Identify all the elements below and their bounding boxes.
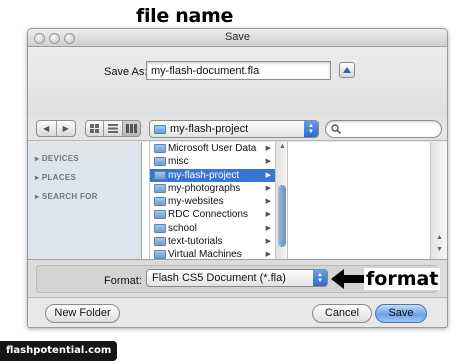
sidebar: ▸ DEVICES ▸ PLACES ▸ SEARCH FOR: [28, 142, 142, 259]
preview-column: [289, 142, 431, 259]
chevron-right-icon: ▶: [265, 171, 271, 179]
file-name-annotation: file name: [136, 5, 234, 27]
save-button[interactable]: Save: [375, 304, 427, 323]
view-mode-control: [85, 120, 141, 137]
folder-icon: [154, 250, 166, 259]
folder-icon: [154, 157, 166, 167]
format-annotation: format: [364, 268, 441, 290]
file-list-item[interactable]: RDC Connections ▶: [150, 208, 275, 221]
file-list-item[interactable]: my-photographs ▶: [150, 182, 275, 195]
chevron-right-icon: ▶: [265, 184, 271, 192]
chevron-right-icon: ▶: [265, 211, 271, 219]
folder-icon: [154, 183, 166, 193]
chevron-right-icon: ▶: [265, 198, 271, 206]
format-value: Flash CS5 Document (*.fla): [152, 272, 286, 284]
format-label: Format:: [104, 275, 142, 287]
file-name: school: [168, 222, 197, 234]
file-list-item[interactable]: Virtual Machines ▶: [150, 248, 275, 259]
browser-toolbar: ◀ ▶ my-flash-project ▲ ▼: [28, 117, 447, 141]
arrow-left-icon: [331, 269, 365, 289]
sidebar-section-places[interactable]: ▸ PLACES: [35, 173, 76, 182]
file-name: misc: [168, 156, 189, 168]
file-column: Microsoft User Data ▶ misc ▶ my-flash-projec…: [150, 142, 276, 259]
file-browser: ▸ DEVICES ▸ PLACES ▸ SEARCH FOR Microsof…: [28, 142, 447, 259]
scroll-thumb[interactable]: [278, 185, 286, 247]
title-bar: Save: [28, 29, 447, 47]
cancel-button[interactable]: Cancel: [312, 304, 372, 323]
file-name-input[interactable]: my-flash-document.fla: [146, 61, 331, 80]
scroll-up-icon: ▲: [436, 234, 443, 241]
grid-icon: [90, 124, 100, 133]
file-list-item[interactable]: school ▶: [150, 222, 275, 235]
popup-arrows-icon: ▲ ▼: [313, 270, 327, 286]
parent-column: [142, 142, 150, 259]
folder-icon: [154, 170, 166, 180]
folder-icon: [154, 144, 166, 153]
file-name: Microsoft User Data: [168, 143, 257, 154]
back-forward-control: ◀ ▶: [36, 120, 76, 137]
expand-dialog-button[interactable]: [339, 62, 355, 78]
chevron-right-icon: ▶: [265, 251, 271, 259]
file-name: my-photographs: [168, 182, 241, 194]
sidebar-section-search-for[interactable]: ▸ SEARCH FOR: [35, 192, 98, 201]
location-popup[interactable]: my-flash-project ▲ ▼: [149, 120, 319, 138]
new-folder-button[interactable]: New Folder: [45, 304, 120, 323]
chevron-right-icon: ▶: [265, 224, 271, 232]
scroll-up-icon: ▲: [279, 143, 286, 150]
format-popup[interactable]: Flash CS5 Document (*.fla) ▲ ▼: [146, 269, 328, 287]
file-list-item[interactable]: misc ▶: [150, 155, 275, 168]
file-column-scrollbar[interactable]: ▲: [276, 142, 288, 259]
chevron-left-icon: ◀: [43, 124, 50, 133]
file-list-item[interactable]: text-tutorials ▶: [150, 235, 275, 248]
triangle-up-icon: [343, 67, 351, 73]
save-as-label: Save As:: [104, 66, 148, 78]
folder-icon: [154, 197, 166, 207]
watermark: flashpotential.com: [0, 341, 118, 361]
icon-view-button[interactable]: [86, 121, 105, 136]
file-name: RDC Connections: [168, 209, 249, 221]
list-view-button[interactable]: [104, 121, 123, 136]
columns-icon: [125, 124, 137, 133]
magnifier-icon: [331, 124, 341, 134]
folder-icon: [154, 210, 166, 220]
forward-button[interactable]: ▶: [57, 121, 76, 136]
search-field[interactable]: [325, 120, 442, 138]
popup-arrows-icon: ▲ ▼: [304, 121, 318, 137]
file-name: my-flash-project: [168, 169, 240, 181]
save-as-area: Save As: my-flash-document.fla: [28, 47, 447, 117]
file-name: Virtual Machines: [168, 249, 242, 259]
file-list-item[interactable]: Microsoft User Data ▶: [150, 142, 275, 155]
chevron-right-icon: ▶: [265, 238, 271, 246]
folder-icon: [154, 223, 166, 233]
folder-icon: [154, 237, 166, 247]
column-view-button[interactable]: [122, 121, 140, 136]
list-icon: [107, 124, 118, 133]
chevron-right-icon: ▶: [265, 158, 271, 166]
file-name: my-websites: [168, 196, 224, 208]
scroll-down-icon: ▼: [436, 246, 443, 253]
back-button[interactable]: ◀: [37, 121, 57, 136]
browser-scrollbar[interactable]: ▲ ▼: [431, 142, 447, 259]
chevron-right-icon: ▶: [265, 145, 271, 152]
dialog-buttons: New Folder Cancel Save: [28, 298, 447, 327]
chevron-right-icon: ▶: [62, 124, 69, 133]
file-list-item[interactable]: my-flash-project ▶: [150, 168, 275, 182]
location-value: my-flash-project: [170, 123, 249, 135]
file-list-item[interactable]: my-websites ▶: [150, 195, 275, 208]
folder-icon: [154, 124, 166, 134]
sidebar-section-devices[interactable]: ▸ DEVICES: [35, 154, 79, 163]
file-name: text-tutorials: [168, 236, 223, 248]
window-title: Save: [224, 31, 251, 43]
